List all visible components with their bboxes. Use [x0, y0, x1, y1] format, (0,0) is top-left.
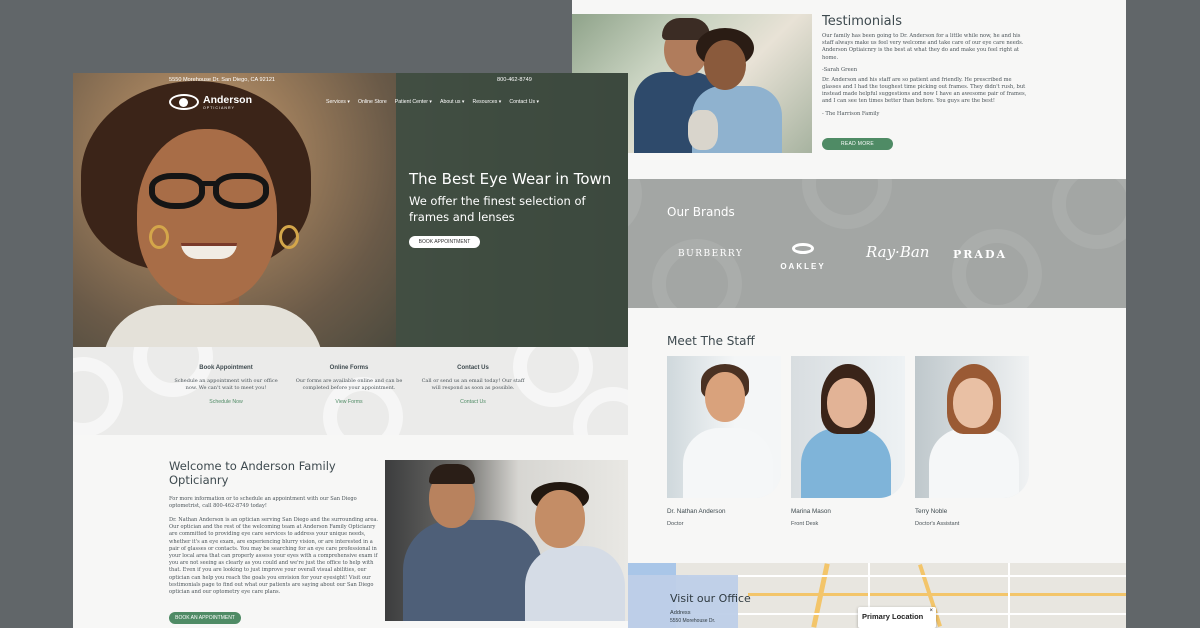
staff-name: Terry Noble: [915, 508, 948, 515]
address-label: Address: [670, 610, 691, 616]
brand-logo-oakley: OAKLEY: [774, 243, 832, 274]
nav-online-store[interactable]: Online Store: [358, 99, 387, 105]
address-value: 5550 Morehouse Dr.: [670, 618, 716, 624]
brands-section: Our Brands BURBERRY OAKLEY Ray·Ban PRADA: [572, 179, 1126, 308]
read-more-button[interactable]: READ MORE: [822, 138, 893, 150]
nav-services[interactable]: Services ▾: [326, 99, 350, 105]
feature-book-appointment: Book Appointment Schedule an appointment…: [171, 365, 281, 405]
nav-patient-center[interactable]: Patient Center ▾: [395, 99, 432, 105]
book-an-appointment-button[interactable]: BOOK AN APPOINTMENT: [169, 612, 241, 624]
header-address: 5550 Morehouse Dr. San Diego, CA 92121: [169, 77, 276, 83]
staff-role: Doctor: [667, 521, 684, 527]
page-mockup-main: 5550 Morehouse Dr. San Diego, CA 92121 8…: [73, 73, 628, 628]
staff-card: Terry Noble Doctor's Assistant: [915, 356, 1029, 527]
testimonial-quote: Dr. Anderson and his staff are so patien…: [822, 76, 1027, 105]
nav-about-us[interactable]: About us ▾: [440, 99, 465, 105]
welcome-intro: For more information or to schedule an a…: [169, 496, 357, 509]
visit-title: Visit our Office: [670, 592, 751, 605]
staff-name: Dr. Nathan Anderson: [667, 508, 726, 515]
hero-photo: [73, 73, 396, 347]
page-mockup-secondary: Testimonials Our family has been going t…: [572, 0, 1126, 628]
staff-role: Front Desk: [791, 521, 819, 527]
nav-resources[interactable]: Resources ▾: [473, 99, 502, 105]
feature-online-forms: Online Forms Our forms are available onl…: [294, 365, 404, 405]
features-section: Book Appointment Schedule an appointment…: [73, 347, 628, 435]
testimonial-author: - The Harrison Family: [822, 110, 880, 117]
welcome-photo: [385, 460, 628, 621]
header-phone[interactable]: 800-462-8749: [497, 77, 532, 83]
close-icon[interactable]: ×: [929, 608, 933, 614]
staff-role: Doctor's Assistant: [915, 521, 960, 527]
staff-card: Dr. Nathan Anderson Doctor: [667, 356, 781, 527]
testimonial-quote: Our family has been going to Dr. Anderso…: [822, 33, 1024, 61]
main-nav: Services ▾ Online Store Patient Center ▾…: [326, 99, 539, 105]
welcome-body: Dr. Nathan Anderson is an optician servi…: [169, 517, 378, 596]
welcome-title: Welcome to Anderson Family Opticianry: [169, 459, 336, 487]
site-logo[interactable]: Anderson OPTICIANRY: [169, 94, 252, 110]
map-location-popup[interactable]: Primary Location ×: [858, 607, 936, 628]
book-appointment-button[interactable]: BOOK APPOINTMENT: [409, 236, 480, 248]
eye-icon: [169, 94, 199, 110]
staff-photo: [667, 356, 781, 498]
brand-logo-rayban: Ray·Ban: [866, 243, 930, 261]
brand-logo-burberry: BURBERRY: [678, 249, 744, 259]
nav-contact-us[interactable]: Contact Us ▾: [509, 99, 539, 105]
staff-name: Marina Mason: [791, 508, 831, 515]
contact-us-link[interactable]: Contact Us: [418, 399, 528, 405]
hero-title: The Best Eye Wear in Town: [409, 170, 612, 188]
hero-subtitle: We offer the finest selection of frames …: [409, 194, 586, 224]
testimonials-title: Testimonials: [822, 14, 903, 29]
staff-photo: [791, 356, 905, 498]
schedule-now-link[interactable]: Schedule Now: [171, 399, 281, 405]
view-forms-link[interactable]: View Forms: [294, 399, 404, 405]
oakley-ellipse-icon: [792, 243, 814, 254]
hero-section: 5550 Morehouse Dr. San Diego, CA 92121 8…: [73, 73, 628, 347]
map-popup-label: Primary Location: [862, 612, 924, 621]
staff-title: Meet The Staff: [667, 334, 755, 348]
testimonials-section: Testimonials Our family has been going t…: [822, 14, 1032, 117]
staff-photo: [915, 356, 1029, 498]
feature-contact-us: Contact Us Call or send us an email toda…: [418, 365, 528, 405]
testimonial-author: -Sarah Green: [822, 66, 858, 73]
brands-title: Our Brands: [667, 205, 735, 219]
staff-card: Marina Mason Front Desk: [791, 356, 905, 527]
brand-logo-prada: PRADA: [953, 248, 1008, 261]
